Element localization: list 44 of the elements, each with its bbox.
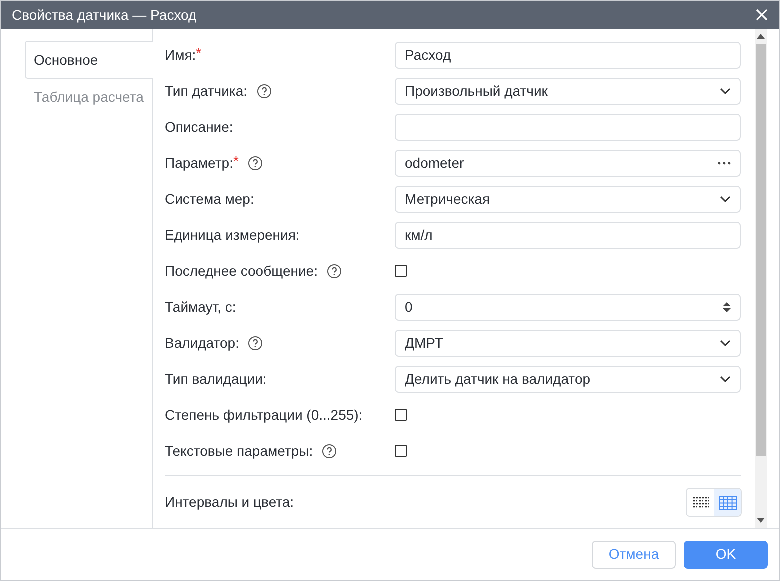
help-icon[interactable] bbox=[326, 264, 342, 278]
dropdown[interactable]: Метрическая bbox=[395, 186, 741, 212]
window-title: Свойства датчика — Расход bbox=[12, 6, 197, 25]
field-label: Текстовые параметры: bbox=[165, 442, 314, 461]
field-label: Единица измерения: bbox=[165, 226, 300, 245]
checkbox[interactable] bbox=[395, 409, 407, 421]
number-field[interactable]: 0 bbox=[395, 294, 741, 320]
field-label: Имя: bbox=[165, 46, 196, 64]
field-label: Параметр: bbox=[165, 154, 234, 173]
text-field[interactable]: Расход bbox=[395, 42, 741, 68]
required-icon: * bbox=[233, 150, 239, 172]
help-icon[interactable] bbox=[322, 444, 338, 458]
more-icon[interactable] bbox=[718, 162, 731, 164]
checkbox[interactable] bbox=[395, 265, 407, 277]
intervals-label: Интервалы и цвета: bbox=[165, 493, 294, 512]
field-label: Описание: bbox=[165, 118, 234, 136]
field-label: Тип валидации: bbox=[165, 370, 267, 389]
field-label: Степень фильтрации (0...255): bbox=[165, 406, 363, 425]
chevron-down-icon bbox=[720, 340, 731, 346]
text-field[interactable] bbox=[395, 114, 741, 140]
chevron-down-icon bbox=[720, 88, 731, 94]
dropdown[interactable]: Делить датчик на валидатор bbox=[395, 366, 741, 392]
field-label: Система мер: bbox=[165, 190, 254, 209]
scroll-up-icon[interactable] bbox=[757, 33, 765, 41]
dropdown[interactable]: ДМРТ bbox=[395, 330, 741, 356]
spinner-icon[interactable] bbox=[723, 302, 731, 312]
help-icon[interactable] bbox=[248, 156, 263, 170]
tab[interactable]: Основное bbox=[25, 41, 153, 79]
field-label: Последнее сообщение: bbox=[165, 262, 318, 281]
field-label: Валидатор: bbox=[165, 334, 240, 353]
close-icon[interactable] bbox=[756, 9, 768, 21]
help-icon[interactable] bbox=[256, 84, 272, 98]
text-field[interactable]: км/л bbox=[395, 222, 741, 248]
required-icon: * bbox=[196, 42, 202, 64]
chevron-down-icon bbox=[720, 376, 731, 382]
scroll-down-icon[interactable] bbox=[757, 516, 765, 524]
chevron-down-icon bbox=[720, 196, 731, 202]
scrollbar[interactable] bbox=[755, 29, 767, 528]
help-icon[interactable] bbox=[248, 336, 264, 350]
field-label: Таймаут, с: bbox=[165, 298, 236, 317]
dropdown[interactable]: Произвольный датчик bbox=[395, 78, 741, 104]
field-label: Тип датчика: bbox=[165, 82, 248, 101]
checkbox[interactable] bbox=[395, 445, 407, 457]
parameter-field[interactable]: odometer bbox=[395, 150, 741, 176]
